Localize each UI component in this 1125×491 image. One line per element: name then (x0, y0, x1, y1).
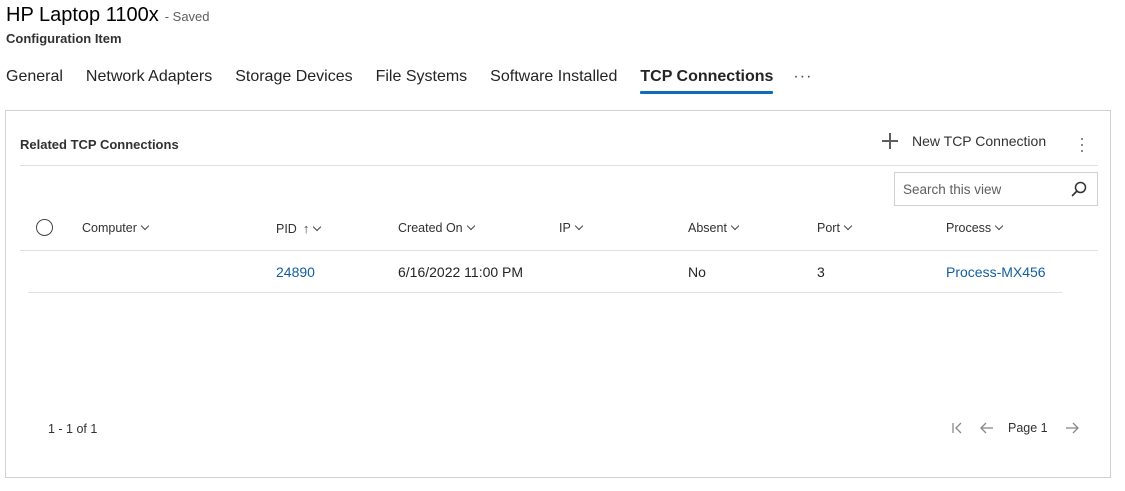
chevron-down-icon (843, 221, 853, 231)
search-input[interactable] (901, 181, 1065, 198)
page-indicator: Page 1 (1008, 421, 1048, 435)
column-header-ip[interactable]: IP (559, 221, 584, 235)
chevron-down-icon (466, 221, 475, 231)
tab-storage-devices[interactable]: Storage Devices (235, 66, 352, 96)
record-count: 1 - 1 of 1 (48, 422, 98, 436)
new-tcp-connection-button[interactable]: New TCP Connection (882, 133, 1046, 149)
cell-port: 3 (817, 264, 825, 280)
page-title: HP Laptop 1100x (6, 4, 159, 26)
new-button-label: New TCP Connection (912, 133, 1047, 149)
plus-icon (882, 133, 898, 149)
more-vertical-icon[interactable] (1072, 133, 1092, 157)
previous-page-icon[interactable] (979, 420, 995, 436)
chevron-down-icon (574, 221, 584, 231)
grid-title: Related TCP Connections (20, 137, 179, 152)
record-header: HP Laptop 1100x - Saved Configuration It… (6, 4, 210, 46)
table-row[interactable]: 24890 6/16/2022 11:00 PM No 3 Process-MX… (28, 251, 1062, 293)
column-header-port[interactable]: Port (817, 221, 853, 235)
tab-file-systems[interactable]: File Systems (376, 66, 468, 96)
select-all-checkbox[interactable] (36, 219, 53, 236)
chevron-down-icon (730, 221, 740, 231)
tab-network-adapters[interactable]: Network Adapters (86, 66, 212, 96)
grid-command-bar: Related TCP Connections New TCP Connecti… (20, 125, 1098, 166)
column-header-process[interactable]: Process (946, 221, 1004, 235)
chevron-down-icon (994, 221, 1004, 231)
cell-absent: No (688, 264, 706, 280)
search-icon[interactable] (1071, 181, 1087, 197)
sort-ascending-icon: ↑ (302, 221, 310, 236)
tab-general[interactable]: General (6, 66, 63, 96)
chevron-down-icon (313, 222, 322, 231)
column-header-pid[interactable]: PID ↑ (276, 221, 322, 236)
search-box (894, 172, 1098, 206)
column-header-created-on[interactable]: Created On (398, 221, 475, 235)
first-page-icon[interactable] (950, 420, 966, 436)
chevron-down-icon (140, 221, 150, 231)
cell-process-link[interactable]: Process-MX456 (946, 264, 1046, 280)
tab-overflow-more-icon[interactable]: ··· (793, 66, 812, 96)
grid-column-headers: Computer PID ↑ Created On IP Absent Port … (20, 207, 1098, 251)
tab-software-installed[interactable]: Software Installed (490, 66, 617, 96)
cell-pid-link[interactable]: 24890 (276, 264, 315, 280)
next-page-icon[interactable] (1064, 420, 1080, 436)
tab-tcp-connections[interactable]: TCP Connections (640, 66, 774, 96)
cell-created-on: 6/16/2022 11:00 PM (398, 264, 524, 280)
tab-bar: General Network Adapters Storage Devices… (6, 66, 812, 96)
column-header-computer[interactable]: Computer (82, 221, 150, 235)
related-grid-panel: Related TCP Connections New TCP Connecti… (5, 110, 1111, 478)
entity-type-label: Configuration Item (6, 31, 122, 46)
pagination: Page 1 (950, 417, 1093, 439)
column-header-absent[interactable]: Absent (688, 221, 740, 235)
save-status: - Saved (164, 9, 210, 24)
